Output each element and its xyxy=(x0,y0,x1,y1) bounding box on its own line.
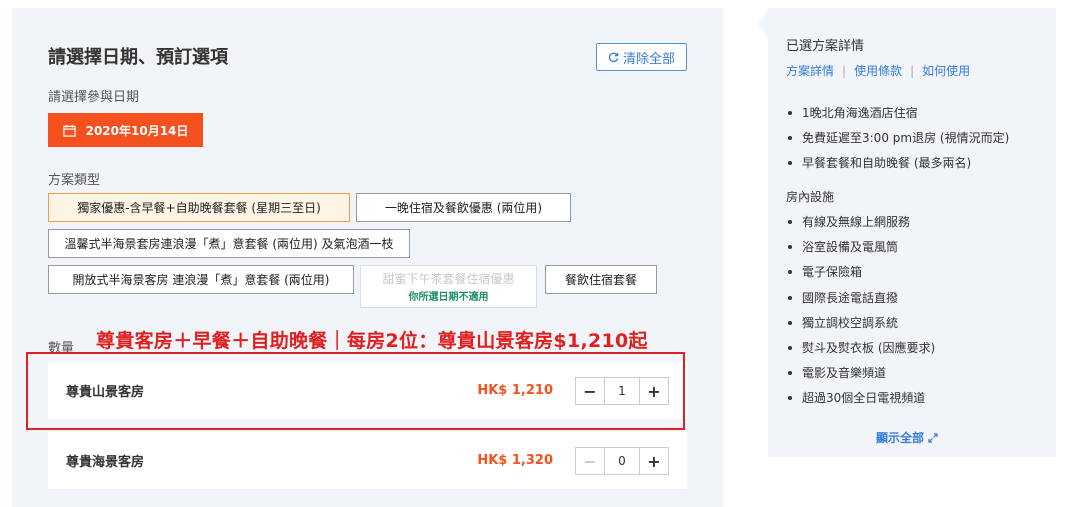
plan-unavailable-note: 你所選日期不適用 xyxy=(408,292,489,303)
facility-item: 熨斗及熨衣板 (因應要求) xyxy=(788,339,935,356)
increment-button[interactable]: + xyxy=(640,448,668,474)
plan-option-label: 一晚住宿及餐飲優惠 (兩位用) xyxy=(384,201,543,215)
plan-option[interactable]: 溫馨式半海景套房連浪漫「煮」意套餐 (兩位用) 及氣泡酒一枝 xyxy=(48,229,410,258)
link-separator: | xyxy=(910,63,915,78)
facility-item: 國際長途電話直撥 xyxy=(788,289,898,306)
room-row: 尊貴海景客房 HK$ 1,320 − 0 + xyxy=(48,432,687,489)
plan-option[interactable]: 一晚住宿及餐飲優惠 (兩位用) xyxy=(356,193,571,222)
quantity-value[interactable]: 0 xyxy=(604,448,640,474)
link-how-to-use[interactable]: 如何使用 xyxy=(922,62,970,79)
include-item: 1晚北角海逸酒店住宿 xyxy=(788,104,918,121)
date-value: 2020年10月14日 xyxy=(85,123,189,138)
details-links: 方案詳情 | 使用條款 | 如何使用 xyxy=(786,62,970,79)
link-separator: | xyxy=(842,63,847,78)
facility-item: 浴室設備及電風筒 xyxy=(788,238,898,255)
clear-all-label: 清除全部 xyxy=(622,51,675,67)
promo-annotation: 尊貴客房＋早餐＋自助晚餐｜每房2位：尊貴山景客房$1,210起 xyxy=(96,330,648,352)
facility-item: 獨立調校空調系統 xyxy=(788,314,898,331)
decrement-button[interactable]: − xyxy=(576,448,604,474)
link-terms[interactable]: 使用條款 xyxy=(854,62,902,79)
date-picker-button[interactable]: 2020年10月14日 xyxy=(48,113,203,147)
include-item: 免費延遲至3:00 pm退房 (視情況而定) xyxy=(788,129,1009,146)
details-title: 已選方案詳情 xyxy=(786,39,865,54)
show-all-label: 顯示全部 xyxy=(876,431,925,445)
plan-option[interactable]: 餐飲住宿套餐 xyxy=(545,265,657,294)
plan-option[interactable]: 獨家優惠-含早餐+自助晚餐套餐 (星期三至日) xyxy=(48,193,350,222)
calendar-icon xyxy=(62,124,76,137)
quantity-stepper: − 0 + xyxy=(575,447,669,475)
date-label: 請選擇參與日期 xyxy=(48,90,140,105)
plan-option-label: 獨家優惠-含早餐+自助晚餐套餐 (星期三至日) xyxy=(77,201,321,215)
page-title: 請選擇日期、預訂選項 xyxy=(48,47,228,68)
plan-type-label: 方案類型 xyxy=(48,173,101,188)
plan-option[interactable]: 開放式半海景客房 連浪漫「煮」意套餐 (兩位用) xyxy=(48,265,354,294)
facility-item: 超過30個全日電視頻道 xyxy=(788,389,925,406)
facility-item: 有線及無線上網服務 xyxy=(788,213,910,230)
plan-option-label: 甜蜜下午茶套餐住宿優惠 xyxy=(382,272,515,286)
link-plan-details[interactable]: 方案詳情 xyxy=(786,62,834,79)
plan-option-label: 溫馨式半海景套房連浪漫「煮」意套餐 (兩位用) 及氣泡酒一枝 xyxy=(64,237,394,251)
clear-all-button[interactable]: 清除全部 xyxy=(596,43,687,71)
facilities-title: 房內設施 xyxy=(786,190,835,204)
room-price: HK$ 1,320 xyxy=(477,453,553,468)
expand-icon xyxy=(928,432,938,443)
room-name: 尊貴海景客房 xyxy=(66,455,145,470)
show-all-link[interactable]: 顯示全部 xyxy=(876,429,938,446)
facility-item: 電子保險箱 xyxy=(788,263,862,280)
plan-option-disabled: 甜蜜下午茶套餐住宿優惠 你所選日期不適用 xyxy=(360,265,537,308)
refresh-icon xyxy=(608,52,619,62)
plan-option-label: 餐飲住宿套餐 xyxy=(564,273,637,287)
highlight-box xyxy=(26,352,685,430)
include-item: 早餐套餐和自助晚餐 (最多兩名) xyxy=(788,154,971,171)
facility-item: 電影及音樂頻道 xyxy=(788,364,886,381)
plan-option-label: 開放式半海景客房 連浪漫「煮」意套餐 (兩位用) xyxy=(72,273,330,287)
panel-pointer xyxy=(758,10,768,38)
